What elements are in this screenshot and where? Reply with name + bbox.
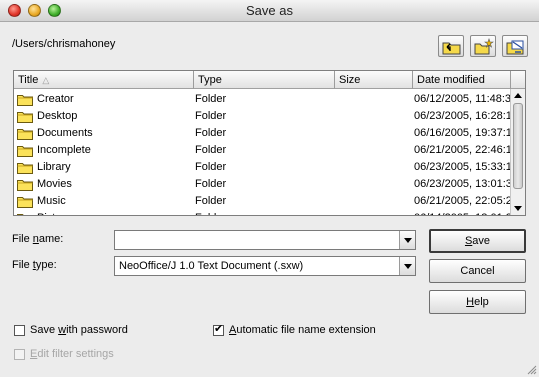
file-type: Folder: [195, 110, 227, 122]
file-type: Folder: [195, 210, 333, 215]
file-list[interactable]: Title △ Type Size Date modified Creator Fo…: [13, 70, 526, 216]
folder-icon: [17, 180, 33, 191]
file-name: Movies: [37, 178, 72, 190]
default-directory-button[interactable]: [502, 35, 528, 57]
column-header-type[interactable]: Type: [194, 71, 335, 89]
file-name: Creator: [37, 93, 74, 105]
file-name-dropdown-arrow-icon[interactable]: [399, 231, 415, 249]
file-row[interactable]: PicturesFolder 06/14/2005, 18:01:2: [14, 210, 511, 215]
scrollbar-thumb[interactable]: [513, 103, 523, 189]
sort-ascending-icon: △: [42, 75, 50, 85]
auto-extension-label[interactable]: Automatic file name extension: [229, 324, 376, 336]
file-row[interactable]: Music Folder 06/21/2005, 22:05:2: [14, 193, 511, 210]
folder-icon: [17, 146, 33, 157]
file-name: Music: [37, 195, 66, 207]
file-size: [336, 142, 412, 159]
file-type: Folder: [195, 127, 227, 139]
folder-icon: [17, 163, 33, 174]
column-title-label: Title: [18, 74, 39, 86]
scroll-down-arrow-icon[interactable]: [511, 201, 525, 215]
file-date: 06/23/2005, 13:01:3: [414, 178, 511, 190]
file-date: 06/23/2005, 16:28:1: [414, 110, 511, 122]
save-button[interactable]: Save: [429, 229, 526, 253]
file-name: Library: [37, 161, 71, 173]
file-date: 06/16/2005, 19:37:1: [414, 127, 511, 139]
file-name-label: File name:: [12, 233, 64, 245]
file-type: Folder: [195, 161, 227, 173]
file-row[interactable]: Library Folder 06/23/2005, 15:33:1: [14, 159, 511, 176]
title-bar: Save as: [0, 0, 539, 22]
file-name: Pictures: [37, 210, 192, 215]
file-date: 06/12/2005, 11:48:3: [414, 93, 511, 105]
file-date: 06/21/2005, 22:05:2: [414, 195, 511, 207]
default-directory-icon: [506, 40, 524, 55]
file-name: Incomplete: [37, 144, 91, 156]
column-header-title[interactable]: Title △: [14, 71, 194, 89]
file-type: Folder: [195, 178, 227, 190]
file-type: Folder: [195, 93, 227, 105]
file-name: Documents: [37, 127, 93, 139]
file-size: [336, 91, 412, 108]
save-with-password-checkbox[interactable]: [14, 325, 25, 336]
file-row[interactable]: Creator Folder 06/12/2005, 11:48:3: [14, 91, 511, 108]
folder-icon: [17, 112, 33, 123]
edit-filter-settings-checkbox: [14, 349, 25, 360]
folder-icon: [17, 129, 33, 140]
resize-grip-icon[interactable]: [525, 363, 537, 375]
file-size: [336, 125, 412, 142]
file-row[interactable]: Movies Folder 06/23/2005, 13:01:3: [14, 176, 511, 193]
cancel-button[interactable]: Cancel: [429, 259, 526, 283]
file-type-label: File type:: [12, 259, 57, 271]
file-size: [336, 193, 412, 210]
new-folder-button[interactable]: [470, 35, 496, 57]
file-date: 06/14/2005, 18:01:2: [414, 210, 511, 215]
file-row[interactable]: Desktop Folder 06/23/2005, 16:28:1: [14, 108, 511, 125]
auto-extension-checkbox[interactable]: ✔: [213, 323, 224, 336]
file-list-header: Title △ Type Size Date modified: [14, 71, 525, 89]
folder-up-icon: [442, 42, 461, 55]
file-date: 06/23/2005, 15:33:1: [414, 161, 511, 173]
folder-icon: [17, 197, 33, 208]
file-date: 06/21/2005, 22:46:1: [414, 144, 511, 156]
scroll-up-arrow-icon[interactable]: [511, 89, 525, 103]
folder-icon: [17, 95, 33, 106]
file-name-field[interactable]: [114, 230, 416, 250]
file-size: [336, 210, 412, 215]
window-title: Save as: [246, 3, 293, 18]
file-type-value: NeoOffice/J 1.0 Text Document (.sxw): [119, 260, 304, 272]
file-row[interactable]: Documents Folder 06/16/2005, 19:37:1: [14, 125, 511, 142]
file-row[interactable]: Incomplete Folder 06/21/2005, 22:46:1: [14, 142, 511, 159]
file-size: [336, 176, 412, 193]
file-size: [336, 108, 412, 125]
file-size: [336, 159, 412, 176]
file-type-select[interactable]: NeoOffice/J 1.0 Text Document (.sxw): [114, 256, 416, 276]
file-type: Folder: [195, 195, 227, 207]
file-list-scrollbar[interactable]: [510, 89, 525, 215]
current-path: /Users/chrismahoney: [12, 38, 116, 50]
file-type: Folder: [195, 144, 227, 156]
checkmark-icon: ✔: [214, 323, 224, 335]
file-type-dropdown-arrow-icon[interactable]: [399, 257, 415, 275]
column-header-size[interactable]: Size: [335, 71, 413, 89]
folder-icon: [17, 214, 24, 215]
new-folder-icon: [474, 38, 494, 55]
edit-filter-settings-label: Edit filter settings: [30, 348, 114, 360]
file-name: Desktop: [37, 110, 78, 122]
save-with-password-label[interactable]: Save with password: [30, 324, 128, 336]
folder-up-button[interactable]: [438, 35, 464, 57]
help-button[interactable]: Help: [429, 290, 526, 314]
column-header-date-modified[interactable]: Date modified: [413, 71, 511, 89]
